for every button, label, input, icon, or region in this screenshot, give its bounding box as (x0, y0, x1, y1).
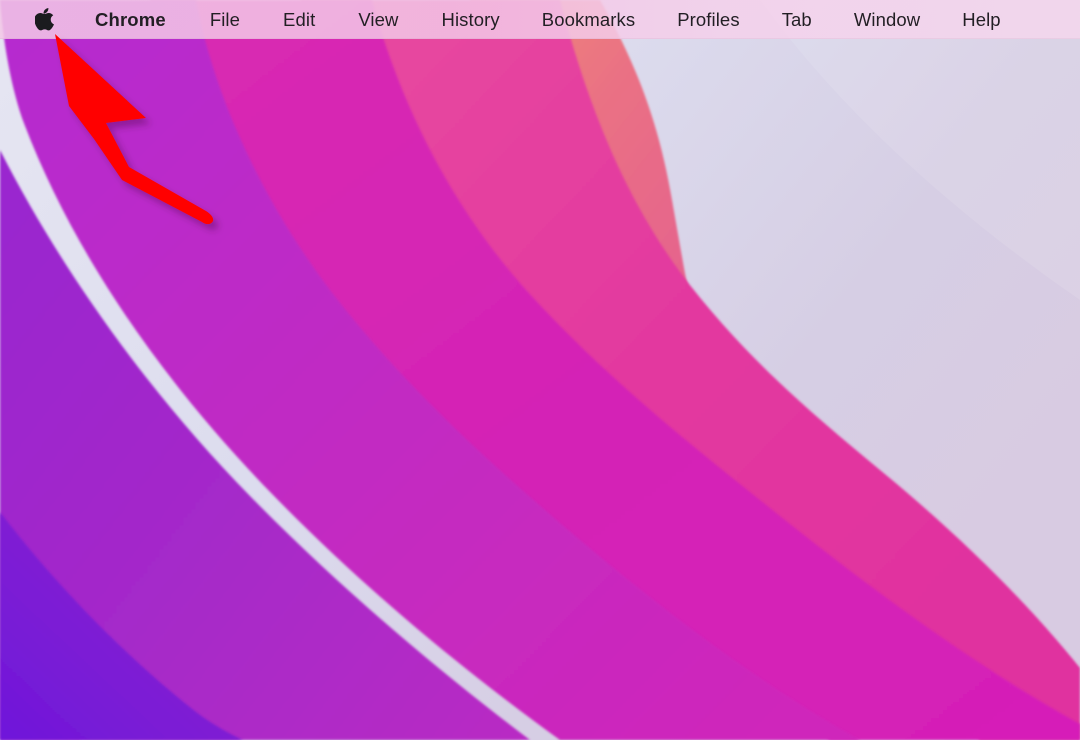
menu-item-view[interactable]: View (348, 0, 408, 39)
desktop-screen: Chrome File Edit View History Bookmarks … (0, 0, 1080, 740)
menu-item-help[interactable]: Help (952, 0, 1010, 39)
desktop-wallpaper (0, 0, 1080, 740)
apple-logo-icon (35, 8, 54, 31)
menu-item-edit[interactable]: Edit (273, 0, 325, 39)
menu-bar: Chrome File Edit View History Bookmarks … (0, 0, 1080, 39)
menu-item-history[interactable]: History (431, 0, 509, 39)
menu-item-tab[interactable]: Tab (772, 0, 822, 39)
menu-item-file[interactable]: File (200, 0, 250, 39)
menu-item-chrome[interactable]: Chrome (85, 0, 176, 39)
apple-menu-button[interactable] (27, 0, 61, 39)
menu-item-bookmarks[interactable]: Bookmarks (532, 0, 645, 39)
menu-item-window[interactable]: Window (844, 0, 930, 39)
menu-item-profiles[interactable]: Profiles (667, 0, 750, 39)
